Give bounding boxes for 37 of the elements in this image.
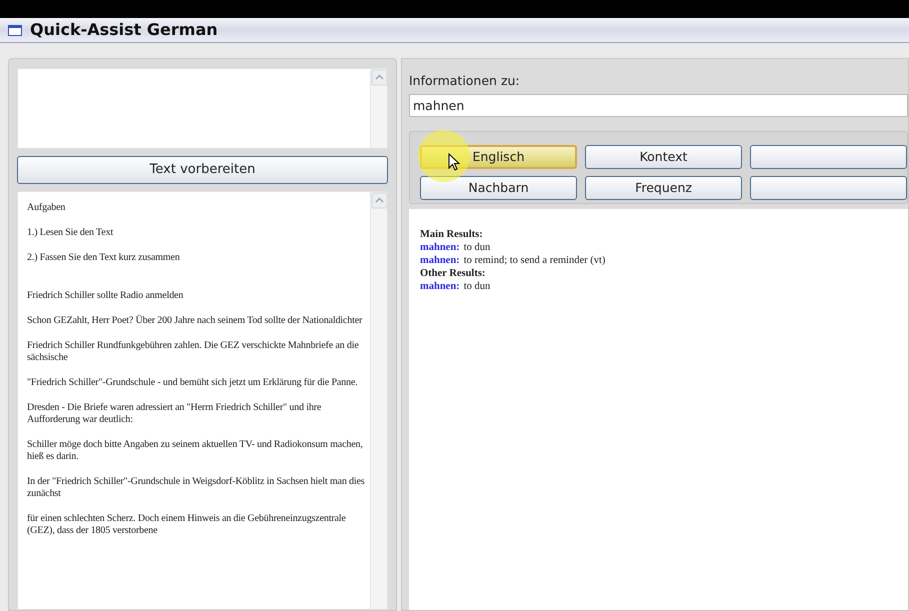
result-translation: to dun bbox=[464, 241, 490, 254]
document-paragraph: In der "Friedrich Schiller"-Grundschule in Weigsdorf-Köblitz in Sachsen hielt man dies zunächst bbox=[27, 476, 366, 500]
lookup-button[interactable]: Frequenz bbox=[585, 176, 742, 200]
search-field[interactable]: mahnen bbox=[409, 94, 908, 117]
mouse-cursor-icon bbox=[448, 153, 460, 171]
window-icon bbox=[8, 24, 22, 36]
document-paragraph: "Friedrich Schiller"-Grundschule - und bemüht sich jetzt um Erklärung für die Panne. bbox=[27, 377, 358, 389]
prepare-text-button[interactable]: Text vorbereiten bbox=[17, 156, 388, 184]
lookup-button[interactable] bbox=[750, 145, 907, 169]
cursor-highlight bbox=[418, 130, 470, 182]
document-paragraph: 1.) Lesen Sie den Text bbox=[27, 227, 114, 239]
document-paragraph: Schon GEZahlt, Herr Poet? Über 200 Jahre nach seinem Tod sollte der Nationaldichter bbox=[27, 315, 364, 327]
results-heading: Other Results: bbox=[420, 267, 486, 280]
document-paragraph: Dresden - Die Briefe waren adressiert an "Herrn Friedrich Schiller" und ihre Aufforderung war deutlich: bbox=[27, 402, 322, 426]
input-text-field[interactable] bbox=[17, 68, 388, 149]
result-translation: to remind; to send a reminder (vt) bbox=[464, 254, 606, 267]
lookup-button[interactable]: Englisch bbox=[420, 145, 577, 169]
window-title: Quick-Assist German bbox=[30, 19, 218, 41]
result-translation: to dun bbox=[464, 280, 490, 293]
document-paragraph: für einen schlechten Scherz. Doch einem Hinweis an die Gebühreneinzugszentrale (GEZ), dass der 1805 verstorbene bbox=[27, 513, 347, 537]
lookup-button[interactable] bbox=[750, 176, 907, 200]
document-paragraph: 2.) Fassen Sie den Text kurz zusammen bbox=[27, 252, 181, 264]
result-term: mahnen: bbox=[420, 280, 460, 293]
scroll-up-icon[interactable] bbox=[371, 192, 387, 209]
scroll-up-icon[interactable] bbox=[371, 69, 388, 86]
lookup-button[interactable]: Nachbarn bbox=[420, 176, 577, 200]
document-paragraph: Schiller möge doch bitte Angaben zu seinem aktuellen TV- und Radiokonsum machen, hieß es darin. bbox=[27, 439, 364, 463]
info-label: Informationen zu: bbox=[409, 72, 521, 90]
results-heading: Main Results: bbox=[420, 228, 483, 241]
document-paragraph: Friedrich Schiller sollte Radio anmelden bbox=[27, 290, 184, 302]
result-term: mahnen: bbox=[420, 241, 460, 254]
lookup-button[interactable]: Kontext bbox=[585, 145, 742, 169]
document-paragraph: Friedrich Schiller Rundfunkgebühren zahlen. Die GEZ verschickte Mahnbriefe an die sächsische bbox=[27, 340, 360, 364]
scrollbar[interactable] bbox=[370, 192, 387, 609]
result-term: mahnen: bbox=[420, 254, 460, 267]
scrollbar[interactable] bbox=[370, 69, 387, 148]
document-paragraph: Aufgaben bbox=[27, 202, 66, 214]
